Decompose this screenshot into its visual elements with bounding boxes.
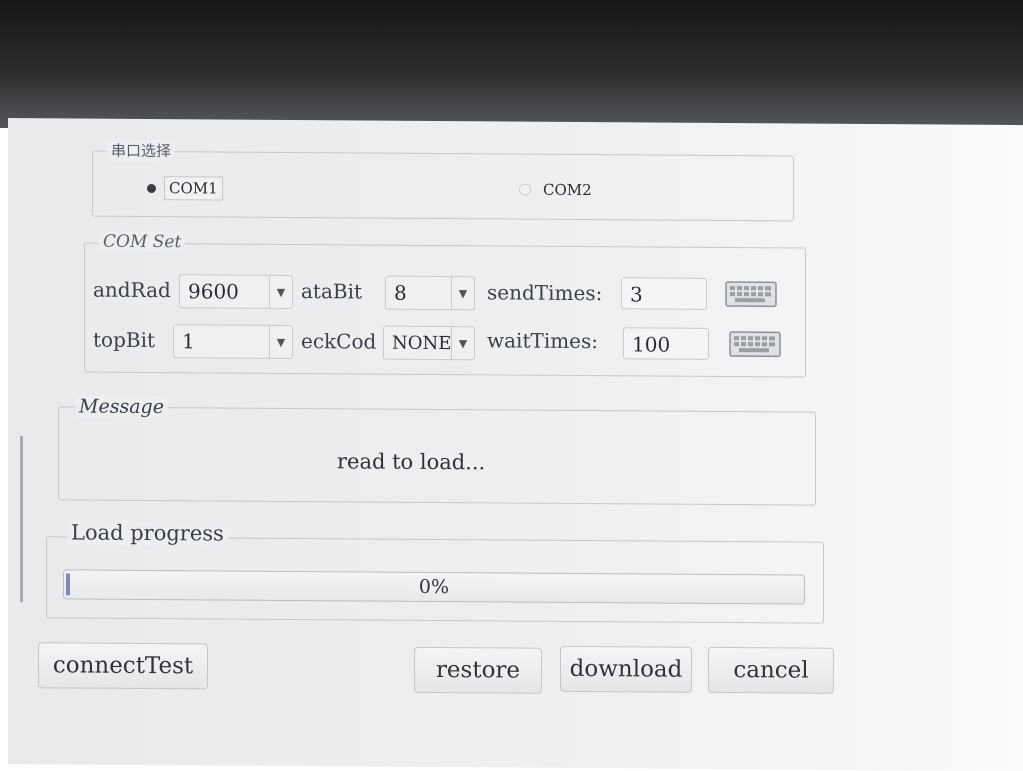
radio-dot-com1[interactable] — [147, 183, 156, 193]
chevron-down-icon[interactable]: ▼ — [269, 325, 292, 358]
baud-value: 9600 — [188, 279, 239, 304]
monitor-bezel — [0, 0, 1023, 128]
keyboard-icon[interactable] — [723, 280, 779, 308]
progress-percent: 0% — [418, 575, 450, 599]
check-label: eckCod — [301, 329, 377, 354]
chevron-down-icon[interactable]: ▼ — [451, 277, 474, 310]
serial-select-group: 串口选择 COM1 COM2 — [92, 139, 794, 222]
serial-select-title: 串口选择 — [107, 139, 176, 162]
stopbit-label: topBit — [93, 327, 156, 353]
wait-times-input[interactable]: 100 — [623, 327, 709, 360]
load-progress-title: Load progress — [67, 520, 228, 546]
com-set-title: COM Set — [99, 231, 186, 253]
connect-test-button[interactable]: connectTest — [38, 642, 208, 690]
radio-label-com2[interactable]: COM2 — [539, 179, 596, 201]
load-progress-group: Load progress 0% — [46, 520, 824, 624]
send-times-input[interactable]: 3 — [621, 277, 707, 310]
app-window: 串口选择 COM1 COM2 COM Set andRad 9600 ▼ ata… — [8, 118, 1023, 771]
databit-value: 8 — [394, 280, 407, 305]
left-divider — [20, 436, 23, 603]
restore-button[interactable]: restore — [414, 646, 542, 694]
wait-times-label: waitTimes: — [487, 328, 599, 354]
radio-com1[interactable]: COM1 — [147, 176, 223, 201]
baud-select[interactable]: 9600 ▼ — [179, 274, 293, 309]
send-times-label: sendTimes: — [487, 280, 603, 306]
chevron-down-icon[interactable]: ▼ — [451, 327, 474, 360]
cancel-button[interactable]: cancel — [708, 646, 834, 694]
databit-select[interactable]: 8 ▼ — [385, 275, 475, 311]
check-value: NONE — [392, 332, 451, 354]
baud-label: andRad — [93, 277, 171, 303]
message-text: read to load... — [337, 449, 486, 475]
com-set-group: COM Set andRad 9600 ▼ ataBit 8 ▼ sendTim… — [84, 231, 806, 378]
message-title: Message — [75, 395, 168, 419]
download-button[interactable]: download — [560, 645, 692, 693]
stopbit-select[interactable]: 1 ▼ — [173, 324, 293, 359]
chevron-down-icon[interactable]: ▼ — [269, 275, 292, 308]
radio-com2[interactable]: COM2 — [519, 179, 596, 202]
message-group: Message read to load... — [58, 395, 816, 506]
progress-bar: 0% — [63, 569, 805, 605]
stopbit-value: 1 — [182, 329, 195, 354]
radio-label-com1[interactable]: COM1 — [164, 176, 223, 201]
databit-label: ataBit — [301, 279, 363, 304]
check-select[interactable]: NONE ▼ — [383, 325, 475, 361]
keyboard-icon[interactable] — [727, 330, 783, 358]
radio-dot-com2[interactable] — [519, 183, 531, 196]
